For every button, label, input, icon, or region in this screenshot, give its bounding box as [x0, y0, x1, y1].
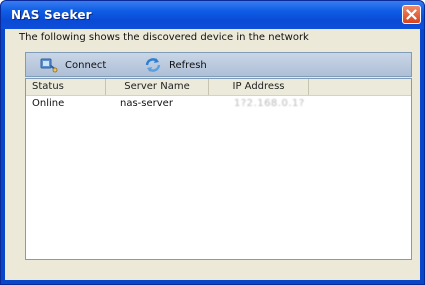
close-icon	[406, 9, 417, 20]
refresh-icon	[145, 58, 161, 72]
connect-icon	[40, 58, 58, 73]
refresh-label: Refresh	[169, 59, 207, 71]
device-list[interactable]: Status Server Name IP Address Online nas…	[25, 78, 412, 260]
connect-label: Connect	[65, 59, 107, 71]
nas-seeker-window: NAS Seeker The following shows the disco…	[0, 0, 425, 285]
row-status: Online	[32, 98, 65, 109]
refresh-button[interactable]: Refresh	[144, 56, 207, 74]
table-row[interactable]: Online nas-server 1?2.168.0.1?	[26, 97, 411, 111]
list-header: Status Server Name IP Address	[26, 79, 411, 96]
connect-button[interactable]: Connect	[40, 56, 106, 74]
column-header-ip-address[interactable]: IP Address	[209, 79, 309, 95]
column-header-status[interactable]: Status	[26, 79, 106, 95]
row-ip-address: 1?2.168.0.1?	[234, 98, 305, 109]
title-bar[interactable]: NAS Seeker	[1, 1, 424, 29]
row-server-name: nas-server	[120, 98, 173, 109]
description-text: The following shows the discovered devic…	[19, 32, 309, 43]
toolbar: Connect Refresh	[25, 52, 412, 77]
close-button[interactable]	[402, 5, 421, 24]
window-title: NAS Seeker	[11, 8, 92, 22]
column-header-server-name[interactable]: Server Name	[106, 79, 209, 95]
